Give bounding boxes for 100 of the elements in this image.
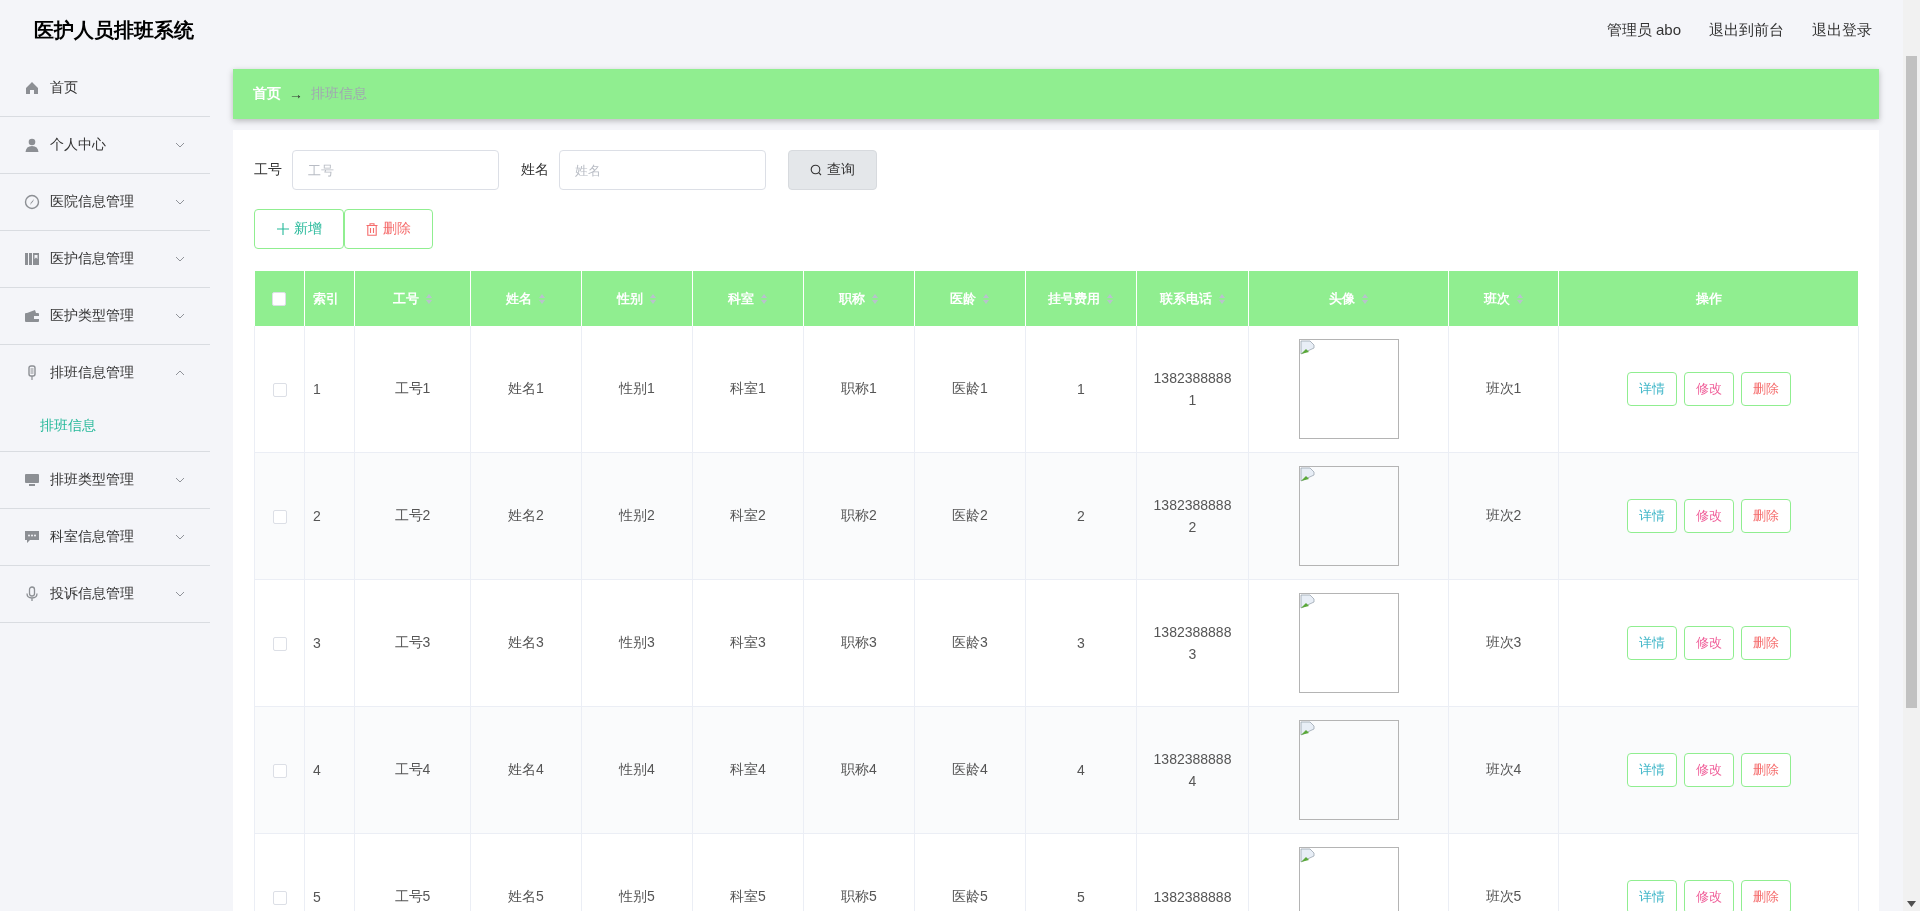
microphone-icon [24,586,40,602]
header-link[interactable]: 退出登录 [1812,20,1872,40]
delete-button[interactable]: 删除 [344,209,433,249]
scroll-down-icon[interactable] [1907,901,1916,907]
scrollbar[interactable] [1903,0,1920,911]
detail-button[interactable]: 详情 [1626,626,1677,660]
table-cell: 职称1 [803,326,915,453]
table-cell: 姓名2 [470,452,582,580]
table-cell: 职称5 [803,833,915,911]
table-cell: 姓名1 [470,326,582,453]
search-field[interactable]: 姓名 [559,150,766,190]
row-checkbox[interactable] [272,510,287,525]
sort-icon[interactable] [871,292,879,305]
sidebar-item[interactable]: 医院信息管理 [0,174,210,231]
edit-button[interactable]: 修改 [1683,626,1734,660]
table-cell: 5 [304,833,355,911]
table-cell: 工号1 [354,326,471,453]
home-icon [24,80,40,96]
table-cell: 班次3 [1448,579,1559,707]
table-cell-text: 13823888881 [1152,369,1233,410]
column-header: 索引 [313,289,339,308]
broken-image-icon [1298,720,1399,820]
sidebar-item[interactable]: 个人中心 [0,117,210,174]
monitor-icon [24,472,40,488]
table-cell: 科室3 [692,579,804,707]
table-cell: 性别3 [581,579,693,707]
table-cell: 医龄1 [914,326,1026,453]
sort-icon[interactable] [1106,292,1114,305]
search-field[interactable]: 工号 [292,150,499,190]
table-cell-text: 13823888883 [1152,623,1233,664]
sidebar-item[interactable]: 排班信息管理 [0,345,210,401]
sidebar-item[interactable]: 首页 [0,60,210,117]
table-cell: 姓名5 [470,833,582,911]
delete-button[interactable]: 删除 [1740,626,1791,660]
delete-button[interactable]: 删除 [1740,499,1791,533]
table-cell: 2 [1025,452,1137,580]
delete-button[interactable]: 删除 [1740,372,1791,406]
search-button[interactable]: 查询 [788,150,877,190]
broken-image-icon [1298,593,1399,693]
plus-icon [276,223,289,235]
sidebar-item[interactable]: 医护类型管理 [0,288,210,345]
user-icon [24,137,40,153]
detail-button[interactable]: 详情 [1626,372,1677,406]
broken-image-icon [1298,339,1399,439]
sort-icon[interactable] [1515,292,1524,305]
table-cell-text: 13823888882 [1152,496,1233,537]
sort-icon[interactable] [649,292,657,305]
sidebar-subitem[interactable]: 排班信息 [0,401,210,451]
table-cell: 5 [1025,833,1137,911]
row-checkbox[interactable] [272,383,287,398]
edit-button[interactable]: 修改 [1683,753,1734,787]
sort-icon[interactable] [1217,292,1226,305]
sort-icon[interactable] [760,292,768,305]
sort-icon[interactable] [982,292,990,305]
sort-icon[interactable] [424,292,433,305]
delete-button[interactable]: 删除 [1740,753,1791,787]
table-cell: 性别4 [581,706,693,834]
table-cell: 1 [304,326,355,453]
table-cell: 班次4 [1448,706,1559,834]
scroll-thumb[interactable] [1906,56,1917,708]
table-cell: 医龄2 [914,452,1026,580]
field-label: 姓名 [521,161,549,179]
detail-button[interactable]: 详情 [1626,499,1677,533]
chat-icon [24,529,40,545]
row-checkbox[interactable] [272,891,287,906]
table-cell: 4 [1025,706,1137,834]
add-button[interactable]: 新增 [254,209,344,249]
table-cell: 性别2 [581,452,693,580]
edit-button[interactable]: 修改 [1683,372,1734,406]
detail-button[interactable]: 详情 [1626,753,1677,787]
user-label: 管理员 abo [1606,20,1681,40]
edit-button[interactable]: 修改 [1683,880,1734,911]
breadcrumb-separator: → [289,86,303,102]
header-link[interactable]: 退出到前台 [1709,20,1784,40]
sort-icon[interactable] [1360,292,1369,305]
table-cell: 性别5 [581,833,693,911]
sidebar-item[interactable]: 科室信息管理 [0,509,210,566]
sidebar-item[interactable]: 医护信息管理 [0,231,210,288]
sidebar-item[interactable]: 投诉信息管理 [0,566,210,623]
table-cell: 工号4 [354,706,471,834]
table-cell: 科室5 [692,833,804,911]
sidebar-item[interactable]: 排班类型管理 [0,452,210,509]
row-checkbox[interactable] [272,764,287,779]
table-cell: 4 [304,706,355,834]
delete-button[interactable]: 删除 [1740,880,1791,911]
select-all-checkbox[interactable] [272,292,287,307]
breadcrumb-item: 排班信息 [311,85,367,103]
table-cell: 工号5 [354,833,471,911]
table-cell: 职称3 [803,579,915,707]
table-cell: 班次1 [1448,326,1559,453]
table-cell: 科室4 [692,706,804,834]
table-cell: 工号3 [354,579,471,707]
app-title: 医护人员排班系统 [34,17,194,43]
sort-icon[interactable] [538,292,546,305]
detail-button[interactable]: 详情 [1626,880,1677,911]
table-cell: 性别1 [581,326,693,453]
row-checkbox[interactable] [272,637,287,652]
edit-button[interactable]: 修改 [1683,499,1734,533]
table-cell-text: 13823888884 [1152,750,1233,791]
table-cell: 姓名3 [470,579,582,707]
